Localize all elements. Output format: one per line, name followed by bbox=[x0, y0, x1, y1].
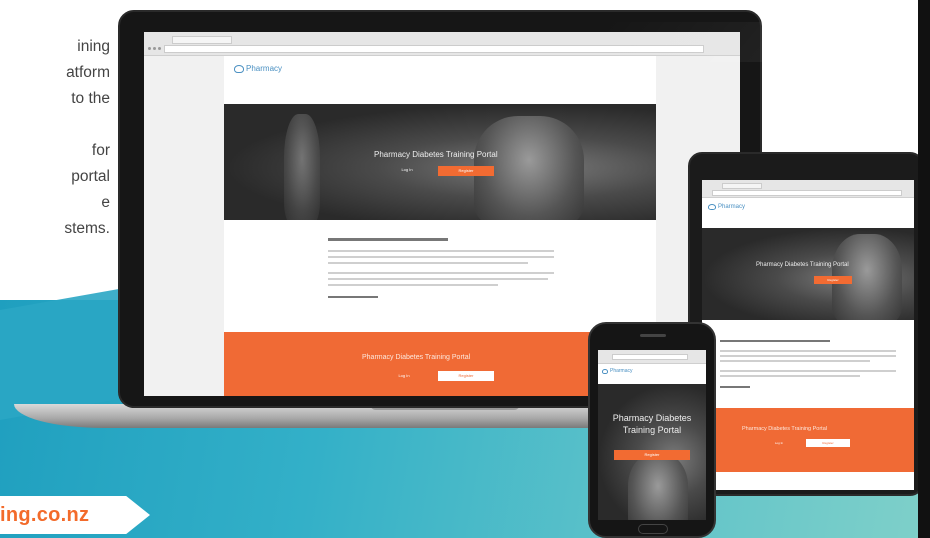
phone-address-bar[interactable] bbox=[612, 354, 688, 360]
intro-line: for bbox=[91, 142, 110, 159]
tablet-browser-toolbar bbox=[702, 180, 914, 198]
phone-hero-title: Pharmacy Diabetes Training Portal bbox=[610, 412, 694, 436]
intro-line: atform bbox=[66, 64, 110, 81]
tablet-site-logo[interactable]: Pharmacy bbox=[708, 204, 745, 210]
phone-site-logo[interactable]: Pharmacy bbox=[602, 368, 633, 374]
pharmacy-logo-icon bbox=[234, 64, 244, 73]
phone-speaker bbox=[640, 334, 666, 337]
window-controls bbox=[148, 37, 166, 50]
browser-tab[interactable] bbox=[172, 36, 232, 44]
cta-register-button[interactable]: Register bbox=[438, 371, 494, 381]
phone-web-page: Pharmacy Pharmacy Diabetes Training Port… bbox=[598, 364, 706, 520]
phone-device: Pharmacy Pharmacy Diabetes Training Port… bbox=[588, 322, 716, 538]
hero-banner: Pharmacy Diabetes Training Portal Log In… bbox=[224, 104, 656, 220]
phone-hero-title-line: Pharmacy Diabetes bbox=[612, 413, 692, 423]
phone-browser-toolbar bbox=[598, 350, 706, 364]
intro-line: stems. bbox=[64, 220, 110, 237]
tablet-cta-title: Pharmacy Diabetes Training Portal bbox=[742, 426, 827, 432]
tablet-web-page: Pharmacy Pharmacy Diabetes Training Port… bbox=[702, 198, 914, 490]
tablet-screen: Pharmacy Pharmacy Diabetes Training Port… bbox=[702, 180, 914, 490]
cta-title: Pharmacy Diabetes Training Portal bbox=[362, 354, 471, 361]
get-started-link[interactable] bbox=[328, 296, 378, 298]
hero-login-button[interactable]: Log In bbox=[392, 166, 422, 175]
pharmacy-logo-icon bbox=[602, 368, 608, 374]
intro-line bbox=[0, 112, 110, 138]
tablet-hero-banner: Pharmacy Diabetes Training Portal Regist… bbox=[702, 228, 914, 320]
body-text-line bbox=[328, 262, 528, 264]
hero-photo-background bbox=[284, 114, 320, 220]
pharmacy-logo-icon bbox=[708, 204, 716, 210]
brand-name: Pharmacy bbox=[610, 368, 633, 374]
tablet-hero-title: Pharmacy Diabetes Training Portal bbox=[756, 262, 849, 268]
edge-border bbox=[918, 0, 930, 538]
hero-register-button[interactable]: Register bbox=[438, 166, 494, 176]
hero-title: Pharmacy Diabetes Training Portal bbox=[374, 150, 498, 159]
body-text-line bbox=[328, 272, 554, 274]
promo-banner: ining atform to the for portal e stems. … bbox=[0, 0, 930, 538]
intro-line: e bbox=[101, 194, 110, 211]
body-text-line bbox=[720, 355, 896, 357]
tablet-welcome-heading bbox=[720, 340, 830, 342]
body-text-line bbox=[720, 370, 896, 372]
tablet-cta-login-button[interactable]: Log In bbox=[768, 440, 790, 447]
body-text-line bbox=[720, 375, 860, 377]
site-logo[interactable]: Pharmacy bbox=[234, 64, 282, 73]
brand-name: Pharmacy bbox=[246, 64, 283, 73]
intro-line: portal bbox=[71, 168, 110, 185]
body-text-line bbox=[328, 250, 554, 252]
intro-line: ining bbox=[77, 38, 110, 55]
body-text-line bbox=[328, 284, 498, 286]
body-text-line bbox=[328, 278, 548, 280]
body-text-line bbox=[720, 350, 896, 352]
phone-hero-title-line: Training Portal bbox=[622, 425, 682, 435]
brand-name: Pharmacy bbox=[718, 204, 746, 210]
tablet-cta-band: Pharmacy Diabetes Training Portal Log In… bbox=[702, 408, 914, 472]
screen-glare bbox=[573, 22, 907, 62]
tablet-register-button[interactable]: Register bbox=[814, 276, 852, 284]
cta-login-button[interactable]: Log In bbox=[390, 372, 418, 381]
phone-screen: Pharmacy Pharmacy Diabetes Training Port… bbox=[598, 350, 706, 520]
intro-line: to the bbox=[71, 90, 110, 107]
phone-hero-banner: Pharmacy Diabetes Training Portal Regist… bbox=[598, 384, 706, 520]
tablet-browser-tab[interactable] bbox=[722, 183, 762, 189]
tablet-cta-register-button[interactable]: Register bbox=[806, 439, 850, 447]
intro-text: ining atform to the for portal e stems. bbox=[0, 34, 110, 242]
phone-register-button[interactable]: Register bbox=[614, 450, 690, 460]
body-text-line bbox=[328, 256, 554, 258]
tablet-device: Pharmacy Pharmacy Diabetes Training Port… bbox=[688, 152, 924, 496]
body-text-line bbox=[720, 360, 870, 362]
hero-photo-subject bbox=[628, 454, 688, 520]
website-url[interactable]: ing.co.nz bbox=[0, 504, 89, 527]
tablet-get-started-link[interactable] bbox=[720, 386, 750, 388]
tablet-address-bar[interactable] bbox=[712, 190, 902, 196]
home-button[interactable] bbox=[638, 524, 668, 534]
welcome-heading bbox=[328, 238, 448, 241]
